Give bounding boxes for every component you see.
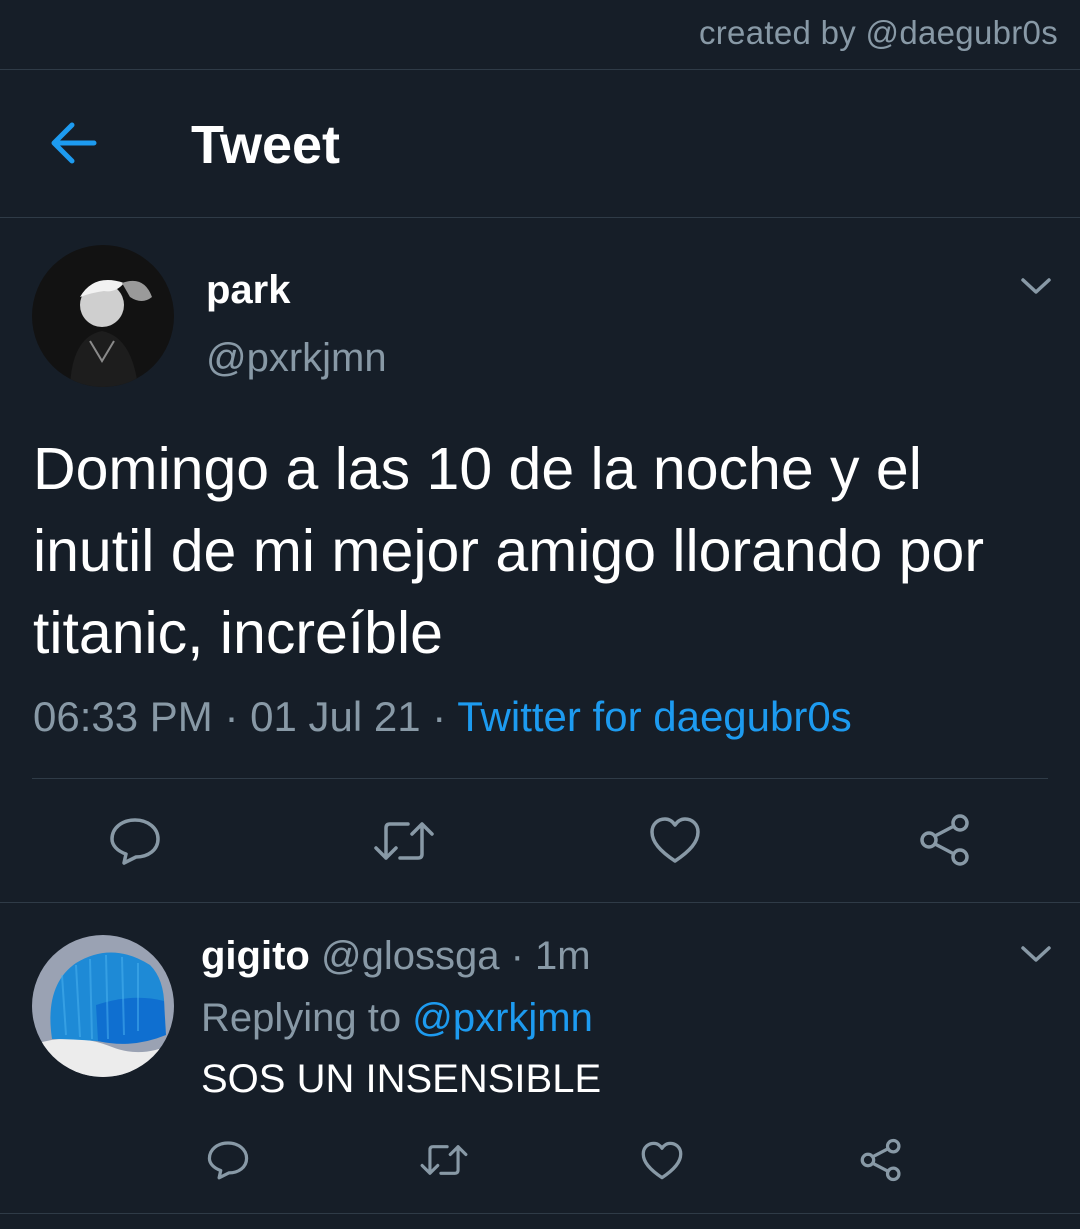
tweet-text: Domingo a las 10 de la noche y el inutil… xyxy=(33,436,985,666)
separator: · xyxy=(224,693,239,740)
heart-icon xyxy=(650,817,700,863)
reply-header: gigito @glossga · 1m xyxy=(201,934,591,979)
arrow-left-icon xyxy=(51,122,97,164)
display-name[interactable]: park xyxy=(206,268,291,313)
back-button[interactable] xyxy=(46,118,102,168)
divider xyxy=(0,1213,1080,1214)
share-button[interactable] xyxy=(859,1138,903,1182)
replying-prefix: Replying to xyxy=(201,996,402,1040)
chevron-down-icon xyxy=(1021,278,1051,294)
tweet-meta: 06:33 PM · 01 Jul 21 · Twitter for daegu… xyxy=(33,693,852,741)
separator: · xyxy=(432,693,447,740)
replying-to: Replying to @pxrkjmn xyxy=(201,996,593,1041)
divider xyxy=(0,217,1080,218)
more-options-button[interactable] xyxy=(1019,943,1053,965)
share-button[interactable] xyxy=(918,813,972,867)
share-icon xyxy=(920,814,969,866)
speech-bubble-icon xyxy=(110,818,160,865)
header-bar: Tweet xyxy=(0,70,1080,217)
reply-button[interactable] xyxy=(206,1139,250,1181)
reply-text: SOS UN INSENSIBLE xyxy=(201,1057,602,1101)
reply-age: 1m xyxy=(535,934,591,978)
like-button[interactable] xyxy=(648,815,702,865)
display-name[interactable]: gigito xyxy=(201,934,310,978)
retweet-button[interactable] xyxy=(419,1142,469,1178)
divider xyxy=(0,902,1080,903)
handle[interactable]: @glossga xyxy=(321,934,499,978)
mention-link[interactable]: @pxrkjmn xyxy=(412,996,593,1040)
separator: · xyxy=(510,934,524,978)
heart-icon xyxy=(641,1141,683,1180)
retweet-icon xyxy=(374,822,434,860)
more-options-button[interactable] xyxy=(1019,275,1053,297)
speech-bubble-icon xyxy=(207,1141,249,1180)
share-icon xyxy=(860,1138,901,1182)
divider xyxy=(32,778,1048,779)
tweet-source-link[interactable]: Twitter for daegubr0s xyxy=(457,693,852,740)
tweet-time: 06:33 PM xyxy=(33,693,213,740)
tweet-date: 01 Jul 21 xyxy=(250,693,421,740)
retweet-button[interactable] xyxy=(372,818,436,864)
avatar[interactable] xyxy=(32,935,174,1077)
avatar[interactable] xyxy=(32,245,174,387)
page-title: Tweet xyxy=(191,115,341,175)
like-button[interactable] xyxy=(640,1140,684,1181)
credit-text: created by @daegubr0s xyxy=(698,14,1058,51)
retweet-icon xyxy=(420,1145,468,1175)
reply-button[interactable] xyxy=(108,815,162,867)
handle[interactable]: @pxrkjmn xyxy=(206,336,387,381)
chevron-down-icon xyxy=(1021,946,1051,962)
